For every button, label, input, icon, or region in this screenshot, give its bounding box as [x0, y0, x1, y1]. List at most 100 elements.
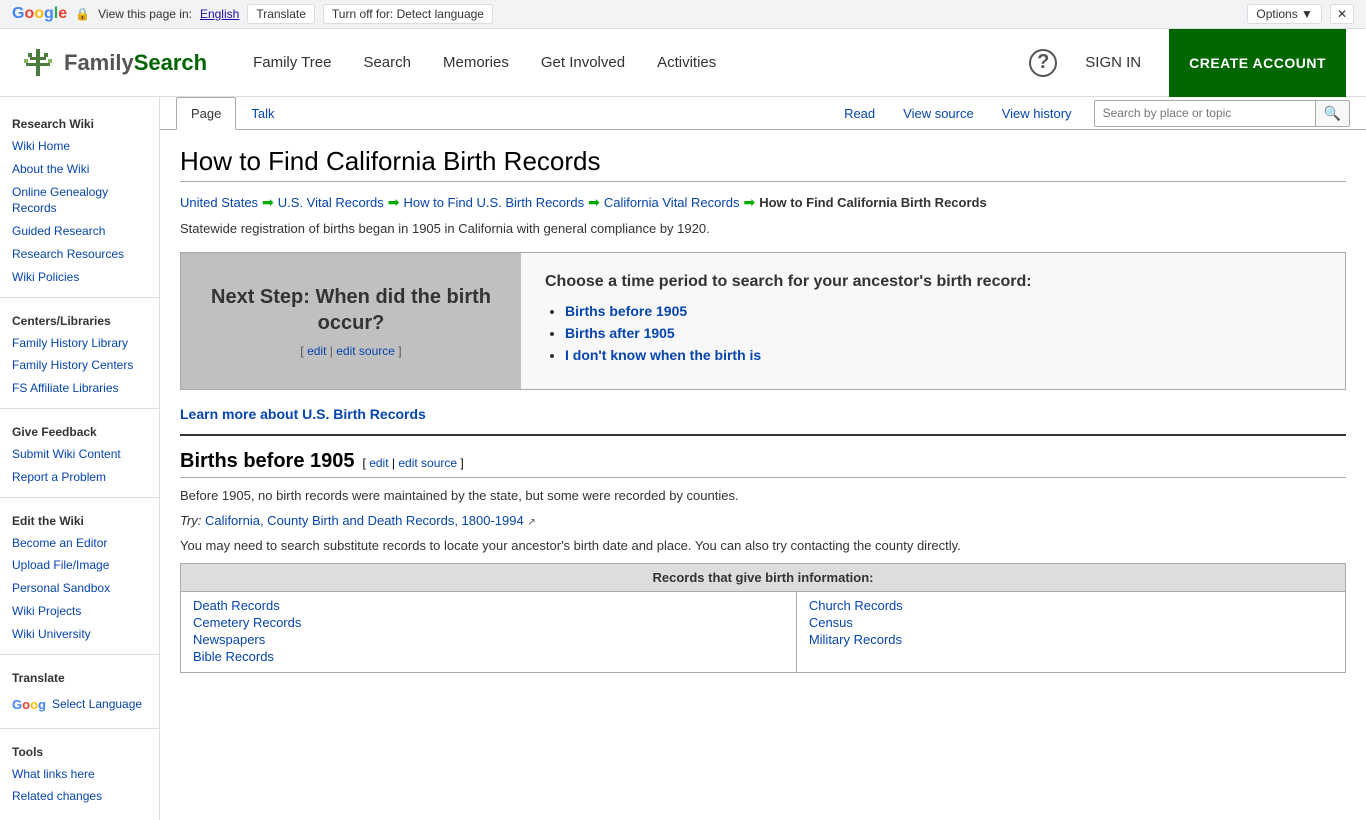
- section-title-text: Births before 1905: [180, 450, 355, 473]
- breadcrumb-arrow-2: ➡: [388, 194, 400, 211]
- breadcrumb-current: How to Find California Birth Records: [759, 195, 987, 210]
- record-bible[interactable]: Bible Records: [193, 649, 784, 664]
- create-account-button[interactable]: CREATE ACCOUNT: [1169, 29, 1346, 97]
- table-row: Death Records Cemetery Records Newspaper…: [181, 592, 1346, 673]
- translate-label: View this page in:: [98, 7, 192, 21]
- sidebar-link-related-changes[interactable]: Related changes: [0, 785, 159, 808]
- breadcrumb-arrow-1: ➡: [262, 194, 274, 211]
- turn-off-button[interactable]: Turn off for: Detect language: [323, 4, 493, 24]
- tab-view-history[interactable]: View history: [988, 98, 1086, 129]
- translate-bar: Google 🔒 View this page in: English Tran…: [0, 0, 1366, 29]
- section-heading-births-before-1905: Births before 1905 [ edit | edit source …: [180, 450, 1346, 478]
- sidebar-link-fs-affiliate[interactable]: FS Affiliate Libraries: [0, 377, 159, 400]
- logo-area: FamilySearch: [20, 45, 207, 81]
- tab-talk[interactable]: Talk: [236, 97, 289, 130]
- sidebar-link-report-problem[interactable]: Report a Problem: [0, 466, 159, 489]
- wiki-search-input[interactable]: [1095, 102, 1315, 124]
- main-nav: Family Tree Search Memories Get Involved…: [237, 29, 1029, 97]
- options-button[interactable]: Options ▼: [1247, 4, 1322, 24]
- content-layout: Research Wiki Wiki Home About the Wiki O…: [0, 97, 1366, 820]
- sidebar-link-wiki-policies[interactable]: Wiki Policies: [0, 266, 159, 289]
- decision-edit-source-link[interactable]: edit source: [336, 344, 395, 358]
- nav-get-involved[interactable]: Get Involved: [525, 29, 641, 97]
- decision-left: Next Step: When did the birth occur? [ e…: [181, 253, 521, 389]
- breadcrumb-us-vital[interactable]: U.S. Vital Records: [278, 195, 384, 210]
- record-cemetery[interactable]: Cemetery Records: [193, 615, 784, 630]
- sidebar-link-guided-research[interactable]: Guided Research: [0, 220, 159, 243]
- county-records-link[interactable]: California, County Birth and Death Recor…: [205, 513, 524, 528]
- sidebar-divider-4: [0, 654, 159, 655]
- option-births-after-1905[interactable]: Births after 1905: [565, 325, 675, 341]
- sidebar-section-edit: Edit the Wiki: [0, 506, 159, 532]
- main-header: FamilySearch Family Tree Search Memories…: [0, 29, 1366, 97]
- section-edit-links: [ edit | edit source ]: [363, 456, 464, 470]
- try-link-area: Try: California, County Birth and Death …: [180, 513, 1346, 528]
- main-content: Page Talk Read View source View history …: [160, 97, 1366, 820]
- tab-view-source[interactable]: View source: [889, 98, 988, 129]
- record-military[interactable]: Military Records: [809, 632, 1333, 647]
- sidebar-link-upload-file[interactable]: Upload File/Image: [0, 554, 159, 577]
- sign-in-button[interactable]: SIGN IN: [1073, 46, 1153, 79]
- sidebar-link-research-resources[interactable]: Research Resources: [0, 243, 159, 266]
- record-newspapers[interactable]: Newspapers: [193, 632, 784, 647]
- decision-edit-link[interactable]: edit: [307, 344, 326, 358]
- records-table: Records that give birth information: Dea…: [180, 563, 1346, 673]
- sidebar: Research Wiki Wiki Home About the Wiki O…: [0, 97, 160, 820]
- learn-more-link-area: Learn more about U.S. Birth Records: [180, 406, 1346, 422]
- familysearch-logo-icon: [20, 45, 56, 81]
- sidebar-link-wiki-home[interactable]: Wiki Home: [0, 135, 159, 158]
- section1-text: Before 1905, no birth records were maint…: [180, 488, 1346, 503]
- section-divider: [180, 434, 1346, 436]
- logo-text: FamilySearch: [64, 50, 207, 76]
- article-title: How to Find California Birth Records: [180, 146, 1346, 182]
- option-dont-know[interactable]: I don't know when the birth is: [565, 347, 761, 363]
- select-language-link[interactable]: Select Language: [52, 697, 142, 711]
- tab-read[interactable]: Read: [830, 98, 889, 129]
- page-tabs: Page Talk Read View source View history …: [160, 97, 1366, 130]
- decision-options-list: Births before 1905 Births after 1905 I d…: [545, 303, 1321, 363]
- sidebar-link-personal-sandbox[interactable]: Personal Sandbox: [0, 577, 159, 600]
- sidebar-link-family-history-centers[interactable]: Family History Centers: [0, 354, 159, 377]
- breadcrumb-arrow-3: ➡: [588, 194, 600, 211]
- sidebar-section-research-wiki: Research Wiki: [0, 109, 159, 135]
- record-church[interactable]: Church Records: [809, 598, 1333, 613]
- records-table-header: Records that give birth information:: [181, 564, 1346, 592]
- breadcrumb-ca-vital[interactable]: California Vital Records: [604, 195, 740, 210]
- list-item: Births after 1905: [565, 325, 1321, 341]
- sidebar-link-become-editor[interactable]: Become an Editor: [0, 532, 159, 555]
- try-label: Try:: [180, 513, 201, 528]
- nav-search[interactable]: Search: [347, 29, 427, 97]
- tab-right-actions: Read View source View history 🔍: [830, 98, 1350, 129]
- translate-button[interactable]: Translate: [247, 4, 315, 24]
- tab-page[interactable]: Page: [176, 97, 236, 130]
- option-births-before-1905[interactable]: Births before 1905: [565, 303, 687, 319]
- sidebar-link-wiki-projects[interactable]: Wiki Projects: [0, 600, 159, 623]
- section-edit-link[interactable]: edit: [369, 456, 388, 470]
- sidebar-link-about-wiki[interactable]: About the Wiki: [0, 158, 159, 181]
- section-edit-source-link[interactable]: edit source: [398, 456, 457, 470]
- breadcrumb: United States ➡ U.S. Vital Records ➡ How…: [180, 194, 1346, 211]
- close-translate-button[interactable]: ✕: [1330, 4, 1354, 24]
- sidebar-link-online-genealogy[interactable]: Online Genealogy Records: [0, 181, 159, 221]
- language-link[interactable]: English: [200, 7, 239, 21]
- google-small-logo: Goog: [12, 697, 46, 712]
- nav-activities[interactable]: Activities: [641, 29, 732, 97]
- sidebar-link-wiki-university[interactable]: Wiki University: [0, 623, 159, 646]
- sidebar-link-submit-wiki[interactable]: Submit Wiki Content: [0, 443, 159, 466]
- sidebar-divider-5: [0, 728, 159, 729]
- breadcrumb-us-birth[interactable]: How to Find U.S. Birth Records: [403, 195, 584, 210]
- article-intro: Statewide registration of births began i…: [180, 221, 1346, 236]
- sidebar-link-what-links[interactable]: What links here: [0, 763, 159, 786]
- section1-subtext: You may need to search substitute record…: [180, 538, 1346, 553]
- nav-memories[interactable]: Memories: [427, 29, 525, 97]
- record-census[interactable]: Census: [809, 615, 1333, 630]
- nav-family-tree[interactable]: Family Tree: [237, 29, 347, 97]
- breadcrumb-us[interactable]: United States: [180, 195, 258, 210]
- lock-icon: 🔒: [75, 7, 90, 21]
- sidebar-link-family-history-library[interactable]: Family History Library: [0, 332, 159, 355]
- learn-more-link[interactable]: Learn more about U.S. Birth Records: [180, 406, 426, 422]
- record-death[interactable]: Death Records: [193, 598, 784, 613]
- wiki-search-button[interactable]: 🔍: [1315, 101, 1349, 126]
- help-icon[interactable]: ?: [1029, 49, 1057, 77]
- sidebar-divider-3: [0, 497, 159, 498]
